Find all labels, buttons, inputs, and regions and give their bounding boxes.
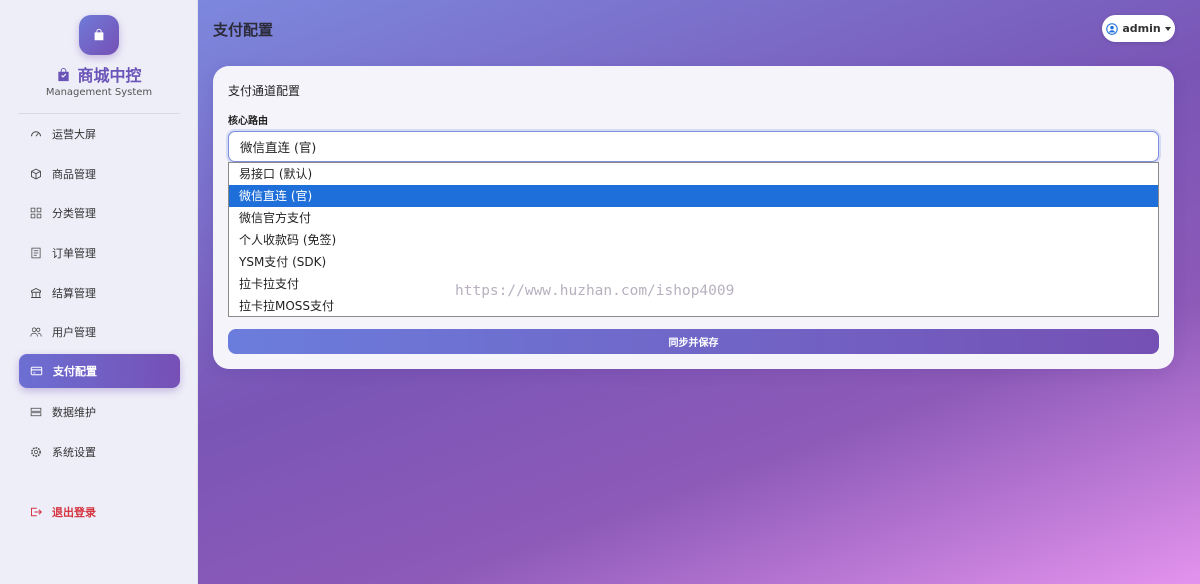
brand: 商城中控 [0,63,198,85]
user-menu-button[interactable]: admin [1102,15,1175,42]
sidebar-item-dashboard[interactable]: 运营大屏 [19,117,180,151]
sidebar-item-products[interactable]: 商品管理 [19,157,180,191]
shopping-bag-icon [94,28,104,41]
sidebar-item-data-maintenance[interactable]: 数据维护 [19,395,180,429]
people-icon [30,327,42,337]
sidebar: 商城中控 Management System 运营大屏 商品管理 分类管理 订单… [0,0,198,584]
sidebar-item-settlement[interactable]: 结算管理 [19,276,180,310]
logo [79,15,119,55]
logout-label: 退出登录 [52,506,96,519]
sidebar-item-system-settings[interactable]: 系统设置 [19,435,180,469]
sidebar-item-label: 系统设置 [52,446,96,459]
sidebar-divider [18,113,180,114]
caret-down-icon [1164,26,1171,31]
sidebar-item-categories[interactable]: 分类管理 [19,196,180,230]
sidebar-item-label: 结算管理 [52,287,96,300]
hdd-icon [30,407,42,417]
gear-icon [31,447,41,457]
brand-name: 商城中控 [77,66,142,85]
payment-config-card: 支付通道配置 核心路由 微信直连 (官) 易接口 (默认) 微信直连 (官) 微… [213,66,1174,369]
dropdown-option[interactable]: 个人收款码 (免签) [229,229,1158,251]
sidebar-item-orders[interactable]: 订单管理 [19,236,180,270]
user-circle-icon [1106,22,1119,35]
sidebar-item-label: 数据维护 [52,406,96,419]
grid-icon [30,207,42,219]
save-button[interactable]: 同步并保存 [228,329,1159,354]
sidebar-item-label: 运营大屏 [52,128,96,141]
sidebar-item-label: 用户管理 [52,326,96,339]
sidebar-item-label: 分类管理 [52,207,96,220]
routing-select[interactable]: 微信直连 (官) [228,131,1159,162]
sidebar-item-label: 支付配置 [53,365,97,378]
dropdown-option[interactable]: YSM支付 (SDK) [229,251,1158,273]
sidebar-item-label: 订单管理 [52,247,96,260]
page-title: 支付配置 [213,21,274,39]
card-title: 支付通道配置 [228,84,301,98]
logout-button[interactable]: 退出登录 [19,495,180,529]
dropdown-option[interactable]: 微信官方支付 [229,207,1158,229]
sidebar-item-payment[interactable]: 支付配置 [19,354,180,388]
box-icon [31,168,41,180]
sidebar-item-label: 商品管理 [52,168,96,181]
brand-subtitle: Management System [45,87,153,98]
user-name: admin [1122,22,1161,35]
watermark: https://www.huzhan.com/ishop4009 [455,283,735,299]
shopping-bag-icon [58,67,70,81]
logout-icon [31,507,42,517]
sidebar-item-users[interactable]: 用户管理 [19,315,180,349]
routing-label: 核心路由 [228,116,268,127]
cash-icon [31,287,41,298]
speedometer-icon [31,131,41,137]
credit-card-icon [30,366,43,376]
dropdown-option[interactable]: 易接口 (默认) [229,163,1158,185]
receipt-icon [31,247,41,259]
dropdown-option-selected[interactable]: 微信直连 (官) [229,185,1158,207]
